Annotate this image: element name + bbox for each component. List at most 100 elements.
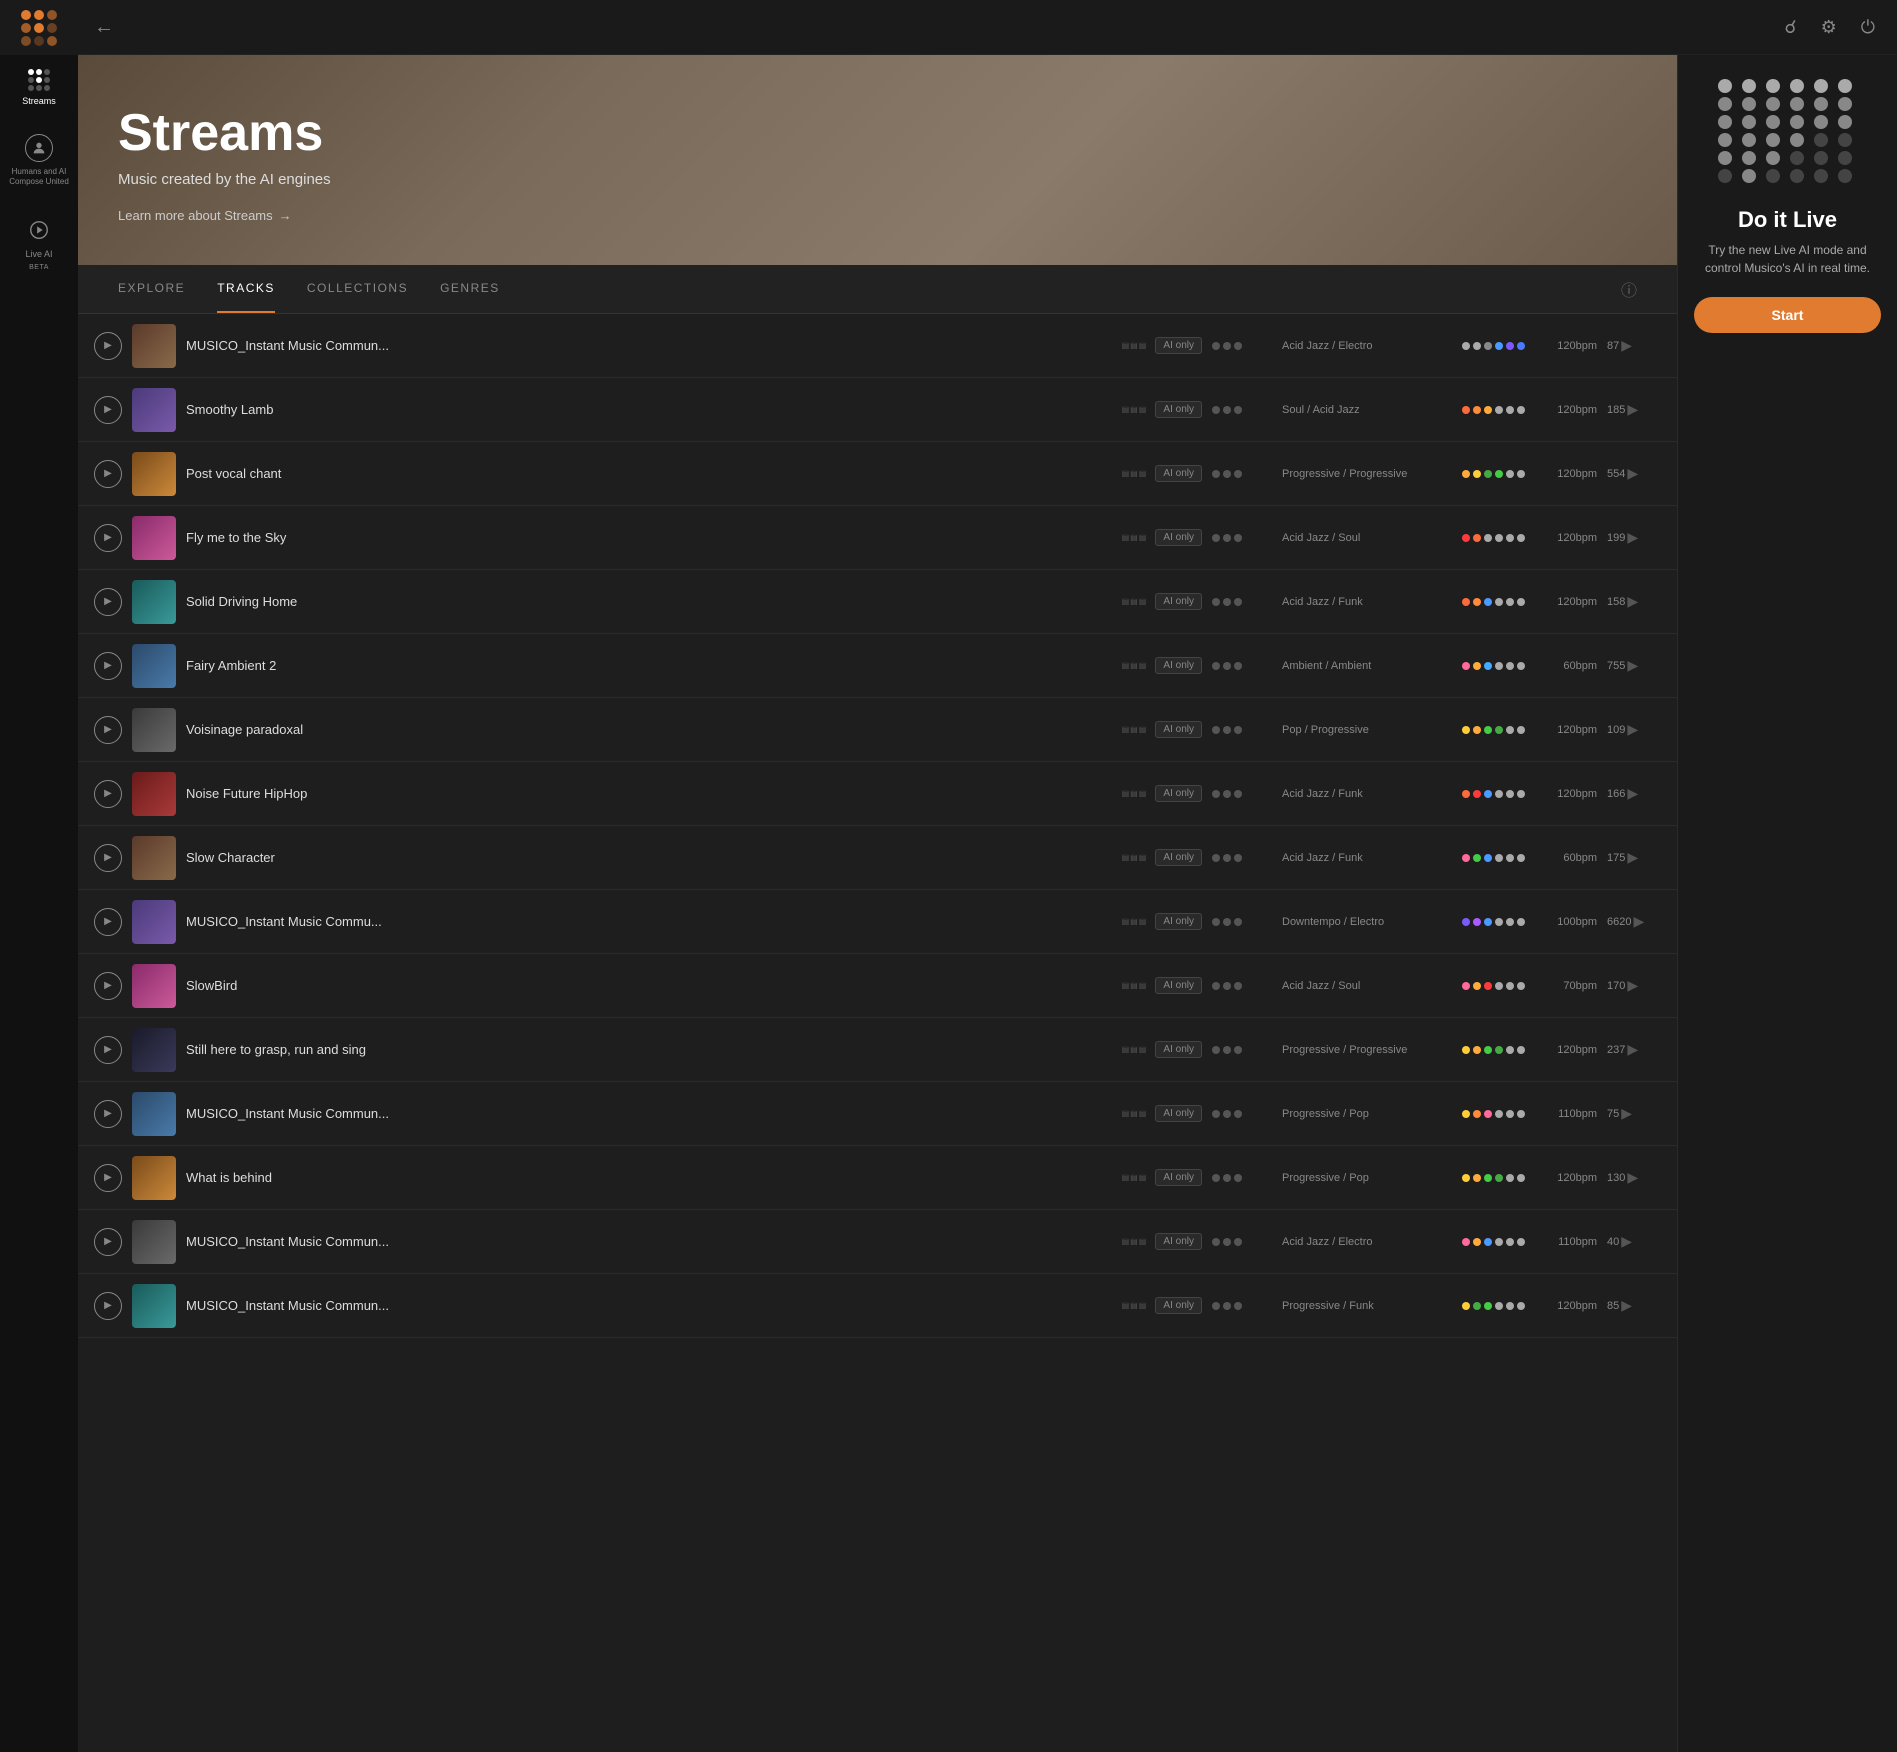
track-ai-badge: AI only xyxy=(1155,529,1202,546)
track-ai-badge: AI only xyxy=(1155,913,1202,930)
track-bpm: 100bpm xyxy=(1542,916,1597,928)
track-play-button[interactable]: ▶ xyxy=(94,908,122,936)
track-play-button[interactable]: ▶ xyxy=(94,716,122,744)
track-row[interactable]: ▶MUSICO_Instant Music Commun...▤▤▤AI onl… xyxy=(78,1210,1677,1274)
sidebar-item-streams[interactable]: Streams xyxy=(0,55,78,120)
track-row[interactable]: ▶Voisinage paradoxal▤▤▤AI onlyPop / Prog… xyxy=(78,698,1677,762)
track-name: SlowBird xyxy=(186,978,1113,993)
start-button[interactable]: Start xyxy=(1694,297,1881,333)
track-color-dots xyxy=(1462,726,1532,734)
track-play-button[interactable]: ▶ xyxy=(94,1036,122,1064)
track-row[interactable]: ▶MUSICO_Instant Music Commun...▤▤▤AI onl… xyxy=(78,1274,1677,1338)
hero-title: Streams xyxy=(118,103,1637,163)
track-color-dots xyxy=(1462,470,1532,478)
track-play-button[interactable]: ▶ xyxy=(94,844,122,872)
track-play-button[interactable]: ▶ xyxy=(94,652,122,680)
track-thumbnail xyxy=(132,708,176,752)
track-color-dots xyxy=(1462,406,1532,414)
center-panel: Streams Music created by the AI engines … xyxy=(78,55,1677,1752)
track-genre: Acid Jazz / Funk xyxy=(1282,788,1452,800)
track-info: What is behind xyxy=(186,1170,1113,1185)
power-icon[interactable]: ⏻ xyxy=(1855,11,1881,44)
track-genre: Acid Jazz / Soul xyxy=(1282,532,1452,544)
track-row[interactable]: ▶Fairy Ambient 2▤▤▤AI onlyAmbient / Ambi… xyxy=(78,634,1677,698)
track-play-button[interactable]: ▶ xyxy=(94,1228,122,1256)
logo-icon xyxy=(21,10,57,46)
track-info: Still here to grasp, run and sing xyxy=(186,1042,1113,1057)
right-panel-desc: Try the new Live AI mode and control Mus… xyxy=(1694,241,1881,277)
track-play-button[interactable]: ▶ xyxy=(94,780,122,808)
right-panel: Do it Live Try the new Live AI mode and … xyxy=(1677,55,1897,1752)
sidebar-item-haicu[interactable]: Humans and AICompose United xyxy=(0,120,78,202)
track-row[interactable]: ▶MUSICO_Instant Music Commun...▤▤▤AI onl… xyxy=(78,314,1677,378)
track-row[interactable]: ▶Slow Character▤▤▤AI onlyAcid Jazz / Fun… xyxy=(78,826,1677,890)
live-ai-icon xyxy=(25,216,53,244)
tab-genres[interactable]: GENRES xyxy=(440,265,500,313)
track-row[interactable]: ▶SlowBird▤▤▤AI onlyAcid Jazz / Soul70bpm… xyxy=(78,954,1677,1018)
track-bpm: 110bpm xyxy=(1542,1108,1597,1120)
track-play-button[interactable]: ▶ xyxy=(94,588,122,616)
sidebar-streams-label: Streams xyxy=(22,96,56,106)
info-icon[interactable]: ⓘ xyxy=(1621,277,1637,301)
track-ai-badge: AI only xyxy=(1155,1233,1202,1250)
track-play-button[interactable]: ▶ xyxy=(94,1164,122,1192)
track-row[interactable]: ▶Smoothy Lamb▤▤▤AI onlySoul / Acid Jazz1… xyxy=(78,378,1677,442)
track-name: What is behind xyxy=(186,1170,1113,1185)
topbar: ← ☌ ⚙ ⏻ xyxy=(78,0,1897,55)
hero-subtitle: Music created by the AI engines xyxy=(118,171,1637,188)
hero-link[interactable]: Learn more about Streams → xyxy=(118,208,1637,223)
track-play-count: 75 ▶ xyxy=(1607,1105,1657,1122)
track-rating-dots xyxy=(1212,342,1272,350)
track-rating-dots xyxy=(1212,1238,1272,1246)
track-bpm: 120bpm xyxy=(1542,468,1597,480)
track-play-count: 170 ▶ xyxy=(1607,977,1657,994)
track-row[interactable]: ▶Fly me to the Sky▤▤▤AI onlyAcid Jazz / … xyxy=(78,506,1677,570)
track-row[interactable]: ▶Solid Driving Home▤▤▤AI onlyAcid Jazz /… xyxy=(78,570,1677,634)
tab-collections[interactable]: COLLECTIONS xyxy=(307,265,408,313)
track-play-button[interactable]: ▶ xyxy=(94,396,122,424)
track-mixer-icon: ▤▤▤ xyxy=(1123,1173,1145,1182)
track-thumbnail xyxy=(132,1284,176,1328)
track-thumbnail xyxy=(132,900,176,944)
track-play-button[interactable]: ▶ xyxy=(94,332,122,360)
track-rating-dots xyxy=(1212,406,1272,414)
sidebar-haicu-label: Humans and AICompose United xyxy=(9,167,69,188)
track-bpm: 110bpm xyxy=(1542,1236,1597,1248)
sidebar-item-live-ai[interactable]: Live AI BETA xyxy=(0,202,78,285)
track-info: MUSICO_Instant Music Commu... xyxy=(186,914,1113,929)
haicu-icon xyxy=(25,134,53,162)
track-genre: Progressive / Pop xyxy=(1282,1172,1452,1184)
track-name: MUSICO_Instant Music Commun... xyxy=(186,338,1113,353)
back-button[interactable]: ← xyxy=(94,16,114,39)
track-mixer-icon: ▤▤▤ xyxy=(1123,533,1145,542)
track-genre: Downtempo / Electro xyxy=(1282,916,1452,928)
track-play-count: 40 ▶ xyxy=(1607,1233,1657,1250)
track-ai-badge: AI only xyxy=(1155,337,1202,354)
track-row[interactable]: ▶MUSICO_Instant Music Commu...▤▤▤AI only… xyxy=(78,890,1677,954)
track-row[interactable]: ▶Post vocal chant▤▤▤AI onlyProgressive /… xyxy=(78,442,1677,506)
track-list: ▶ MUSICO_Instant Music Commun... ▤▤▤ AI onl… xyxy=(78,314,1677,1752)
track-row[interactable]: ▶Noise Future HipHop▤▤▤AI onlyAcid Jazz … xyxy=(78,762,1677,826)
tab-tracks[interactable]: TRACKS xyxy=(217,265,275,313)
track-play-button[interactable]: ▶ xyxy=(94,460,122,488)
track-thumbnail xyxy=(132,324,176,368)
track-row[interactable]: ▶Still here to grasp, run and sing▤▤▤AI … xyxy=(78,1018,1677,1082)
track-row[interactable]: ▶MUSICO_Instant Music Commun...▤▤▤AI onl… xyxy=(78,1082,1677,1146)
track-color-dots xyxy=(1462,1302,1532,1310)
track-genre: Progressive / Pop xyxy=(1282,1108,1452,1120)
track-thumbnail xyxy=(132,1220,176,1264)
track-name: Still here to grasp, run and sing xyxy=(186,1042,1113,1057)
track-play-button[interactable]: ▶ xyxy=(94,1100,122,1128)
search-icon[interactable]: ☌ xyxy=(1779,11,1803,44)
settings-icon[interactable]: ⚙ xyxy=(1815,11,1843,44)
track-color-dots xyxy=(1462,598,1532,606)
track-ai-badge: AI only xyxy=(1155,721,1202,738)
track-play-button[interactable]: ▶ xyxy=(94,524,122,552)
track-play-button[interactable]: ▶ xyxy=(94,1292,122,1320)
track-play-button[interactable]: ▶ xyxy=(94,972,122,1000)
track-thumbnail xyxy=(132,1092,176,1136)
sidebar: Streams Humans and AICompose United Live… xyxy=(0,0,78,1752)
track-play-count: 175 ▶ xyxy=(1607,849,1657,866)
tab-explore[interactable]: EXPLORE xyxy=(118,265,185,313)
track-row[interactable]: ▶What is behind▤▤▤AI onlyProgressive / P… xyxy=(78,1146,1677,1210)
